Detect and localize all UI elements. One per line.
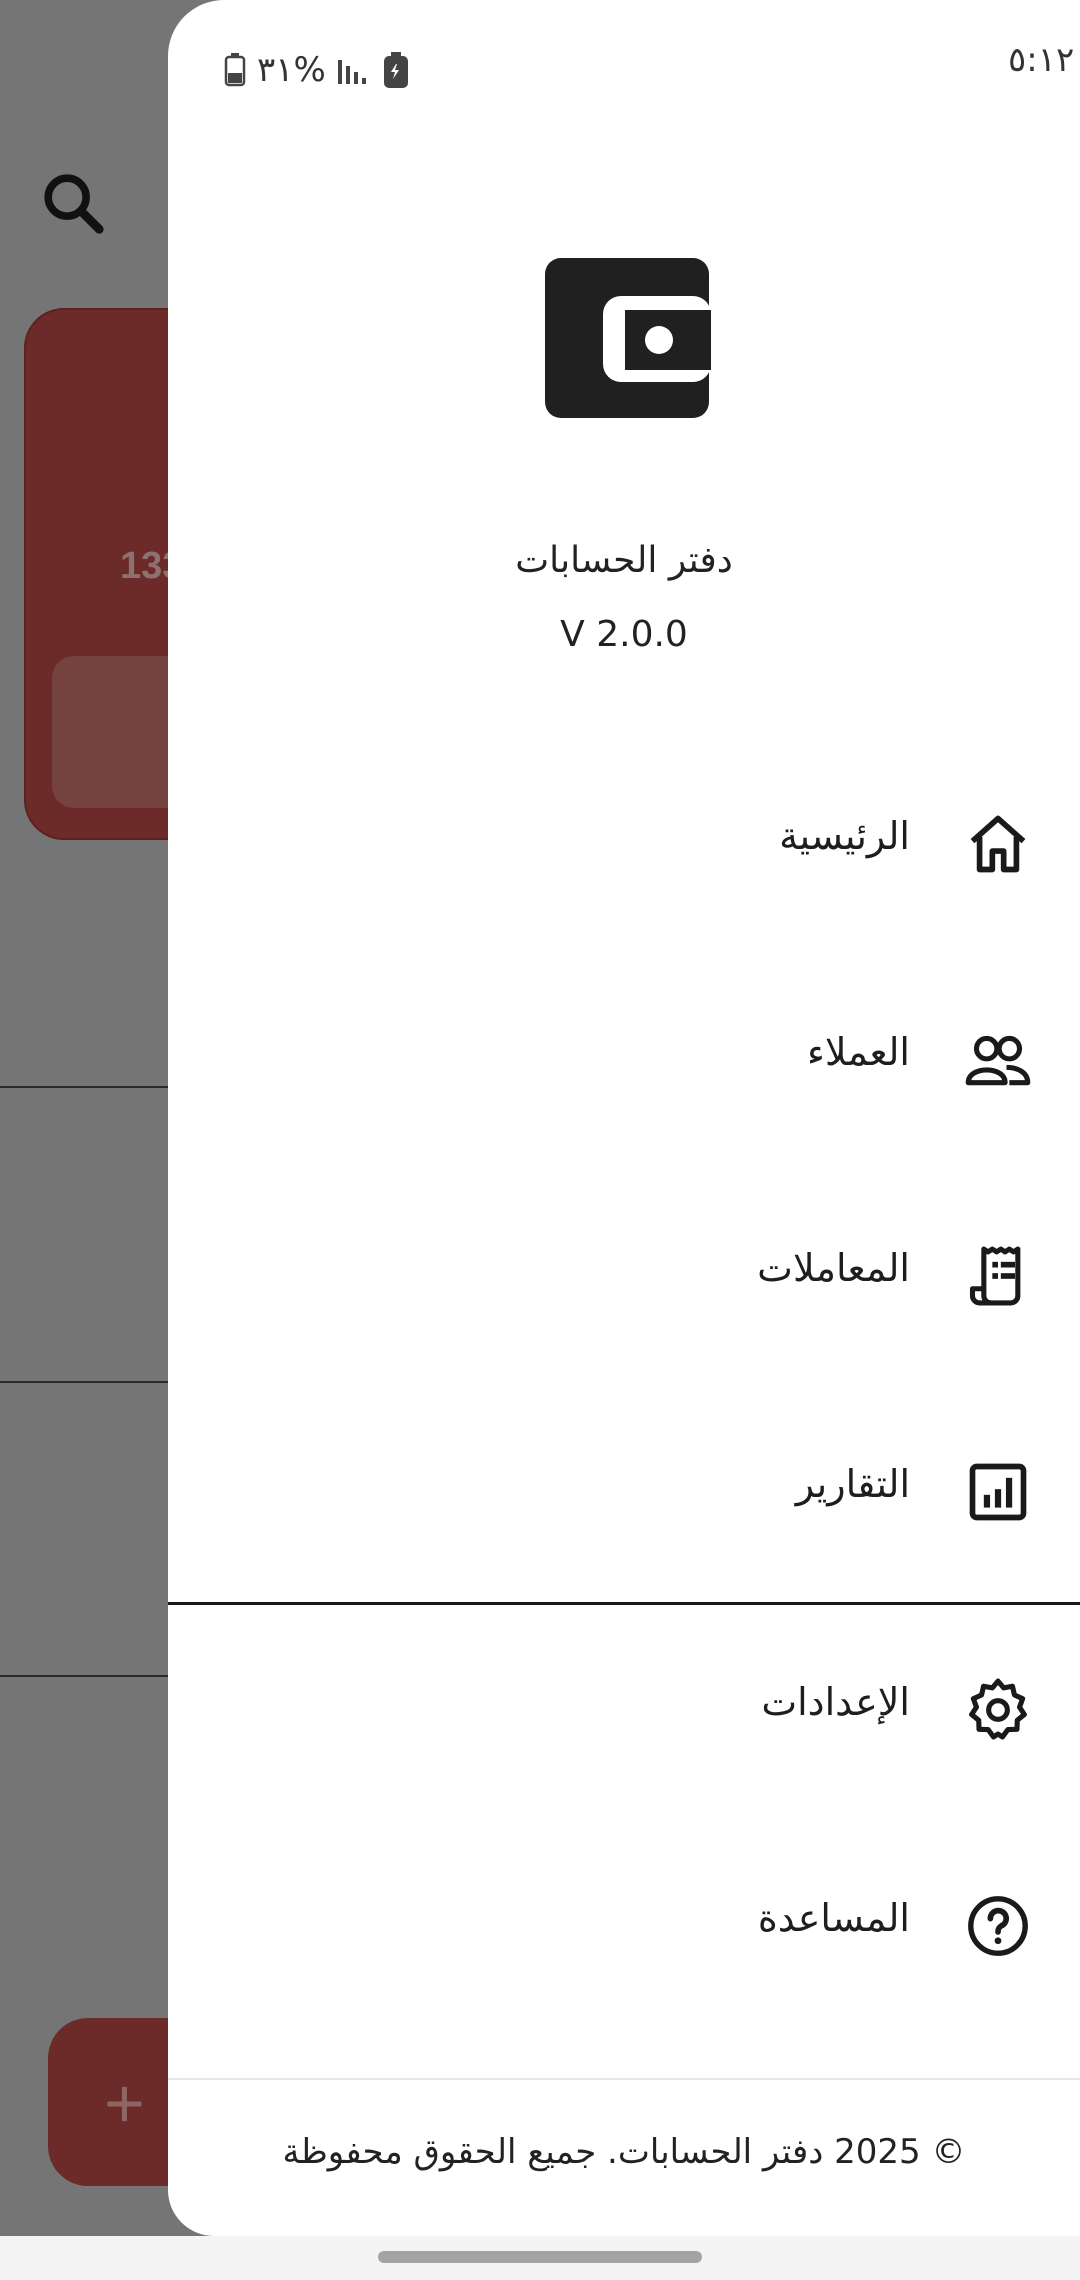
- app-version: V 2.0.0: [560, 614, 688, 655]
- menu-item-label: العملاء: [807, 1030, 910, 1074]
- menu-item-settings[interactable]: الإعدادات: [168, 1640, 1080, 1780]
- people-icon: [965, 1035, 1031, 1086]
- status-time: ٥:١٢: [1008, 40, 1075, 80]
- search-icon[interactable]: [38, 168, 108, 238]
- plus-icon: +: [104, 2064, 145, 2142]
- gear-icon: [969, 1678, 1027, 1740]
- home-icon: [970, 815, 1026, 873]
- gesture-handle[interactable]: [378, 2251, 702, 2263]
- menu-item-label: المساعدة: [757, 1896, 910, 1940]
- wallet-logo-icon: [545, 258, 711, 418]
- battery-saver-icon: [383, 52, 408, 88]
- menu-item-label: الرئيسية: [779, 814, 910, 858]
- menu-item-home[interactable]: الرئيسية: [168, 774, 1080, 914]
- battery-icon: [224, 53, 246, 87]
- receipt-icon: [969, 1246, 1021, 1306]
- menu-divider: [168, 1602, 1080, 1605]
- menu-item-reports[interactable]: التقارير: [168, 1422, 1080, 1562]
- app-name: دفتر الحسابات: [515, 540, 733, 581]
- copyright-footer: © 2025 دفتر الحسابات. جميع الحقوق محفوظة: [282, 2132, 966, 2172]
- signal-icon: [337, 60, 366, 84]
- menu-item-customers[interactable]: العملاء: [168, 990, 1080, 1130]
- report-chart-icon: [969, 1463, 1027, 1521]
- menu-item-transactions[interactable]: المعاملات: [168, 1206, 1080, 1346]
- menu-item-help[interactable]: المساعدة: [168, 1856, 1080, 1996]
- status-indicators: ٣١%: [223, 40, 410, 100]
- footer-divider: [168, 2078, 1080, 2080]
- menu-item-label: الإعدادات: [761, 1680, 910, 1724]
- menu-item-label: المعاملات: [757, 1246, 910, 1290]
- menu-item-label: التقارير: [795, 1462, 910, 1506]
- help-icon: [968, 1896, 1028, 1956]
- battery-percent: ٣١%: [257, 50, 326, 90]
